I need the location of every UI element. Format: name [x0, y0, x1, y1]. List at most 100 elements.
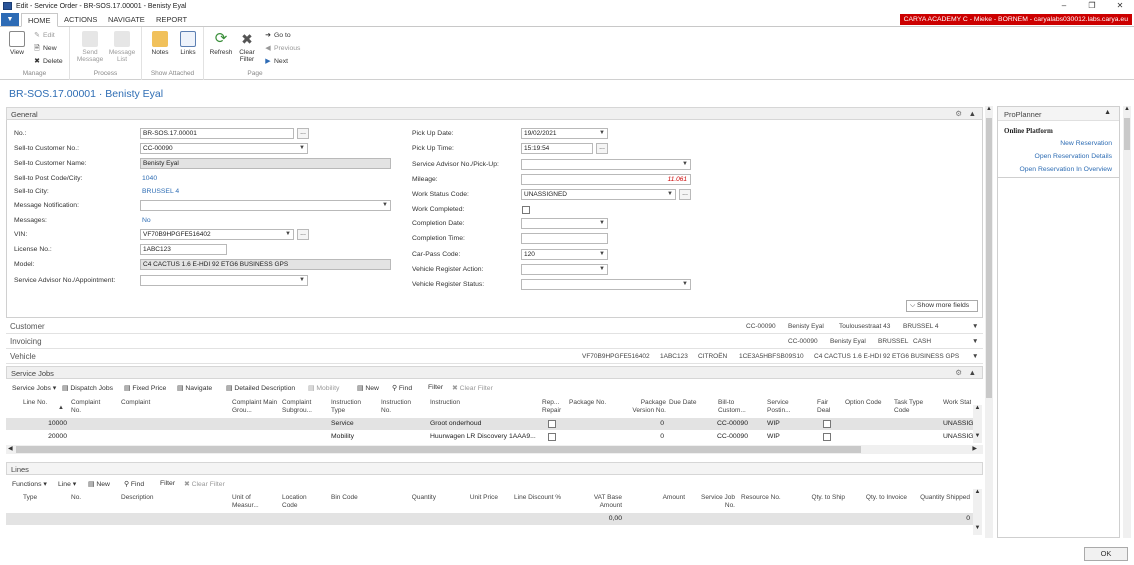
chevron-down-icon[interactable]: ▼ — [382, 201, 388, 210]
scrollbar-thumb[interactable] — [986, 118, 992, 398]
find-button[interactable]: ⚲ Find — [124, 480, 144, 488]
service-advisor-pickup-field[interactable]: ▼ — [521, 159, 691, 170]
pickup-time-lookup-button[interactable]: ... — [596, 143, 608, 154]
carpass-field[interactable]: 120 ▼ — [521, 249, 608, 260]
fair-deal-checkbox[interactable] — [823, 433, 831, 441]
factbox-vscrollbar[interactable]: ▲ — [1123, 106, 1131, 538]
customize-icon[interactable]: ⚙ — [955, 109, 962, 118]
repair-checkbox[interactable] — [548, 420, 556, 428]
mileage-field[interactable]: 11.061 — [521, 174, 691, 185]
close-icon[interactable]: ✕ — [1106, 0, 1134, 12]
collapse-icon[interactable]: ▲ — [1104, 109, 1111, 116]
find-button[interactable]: ⚲ Find — [392, 384, 412, 392]
refresh-button[interactable]: ⟳ Refresh — [207, 31, 235, 57]
message-list-button[interactable]: Message List — [108, 31, 136, 63]
city-link[interactable]: BRUSSEL 4 — [142, 188, 179, 195]
factbox-header[interactable]: ProPlanner ▲ — [998, 107, 1119, 121]
chevron-down-icon[interactable]: ▼ — [973, 433, 982, 439]
vehicle-register-status-field[interactable]: ▼ — [521, 279, 691, 290]
filter-button[interactable]: Filter — [428, 384, 443, 391]
chevron-left-icon[interactable]: ◀ — [8, 445, 13, 452]
notes-button[interactable]: Notes — [148, 31, 172, 56]
service-jobs-hscrollbar[interactable]: ◀ ▶ — [6, 445, 983, 454]
filter-button[interactable]: Filter — [160, 480, 175, 487]
pickup-date-field[interactable]: 19/02/2021 ▼ — [521, 128, 608, 139]
previous-button[interactable]: ◀ Previous — [264, 44, 300, 52]
open-reservation-overview-link[interactable]: Open Reservation In Overview — [1019, 166, 1112, 173]
chevron-down-icon[interactable]: ▼ — [599, 250, 605, 259]
chevron-down-icon[interactable]: ▼ — [667, 190, 673, 199]
clear-filter-button[interactable]: ✖ Clear Filter — [184, 480, 225, 488]
chevron-up-icon[interactable]: ▲ — [973, 489, 982, 495]
no-lookup-button[interactable]: ... — [297, 128, 309, 139]
vin-field[interactable]: VF70B9HPGFE516402 ▼ — [140, 229, 294, 240]
message-notification-field[interactable]: ▼ — [140, 200, 391, 211]
ok-button[interactable]: OK — [1084, 547, 1128, 561]
chevron-down-icon[interactable]: ▼ — [682, 280, 688, 289]
edit-button[interactable]: ✎ Edit — [33, 31, 55, 39]
functions-menu[interactable]: Functions ▾ — [12, 480, 47, 488]
service-jobs-vscrollbar[interactable]: ▲ ▼ — [973, 405, 982, 443]
work-status-lookup-button[interactable]: ... — [679, 189, 691, 200]
pickup-time-field[interactable]: 15:19:54 — [521, 143, 593, 154]
tab-report[interactable]: REPORT — [150, 13, 193, 27]
collapse-icon[interactable]: ▲ — [969, 109, 976, 118]
view-button[interactable]: View — [6, 31, 28, 56]
chevron-down-icon[interactable]: ▼ — [299, 276, 305, 285]
delete-button[interactable]: ✖ Delete — [33, 57, 63, 65]
new-button[interactable]: 🗎 New — [33, 44, 56, 55]
open-reservation-details-link[interactable]: Open Reservation Details — [1035, 153, 1112, 160]
line-menu[interactable]: Line ▾ — [58, 480, 76, 488]
tab-navigate[interactable]: NAVIGATE — [102, 13, 151, 27]
tab-home[interactable]: HOME — [21, 13, 58, 27]
post-code-link[interactable]: 1040 — [142, 175, 157, 182]
goto-button[interactable]: ➜ Go to — [264, 31, 291, 39]
service-advisor-appointment-field[interactable]: ▼ — [140, 275, 308, 286]
completion-date-field[interactable]: ▼ — [521, 218, 608, 229]
clear-filter-button[interactable]: ✖ Clear Filter — [452, 384, 493, 392]
scrollbar-thumb[interactable] — [16, 446, 861, 453]
chevron-up-icon[interactable]: ▲ — [1123, 106, 1131, 112]
service-jobs-menu[interactable]: Service Jobs ▾ — [12, 384, 56, 392]
links-button[interactable]: Links — [176, 31, 200, 56]
file-menu-button[interactable]: ▼ — [1, 13, 19, 26]
page-vscrollbar[interactable]: ▲ — [985, 106, 993, 538]
minimize-icon[interactable]: – — [1050, 0, 1078, 12]
service-jobs-header[interactable]: Service Jobs ⚙ ▲ — [6, 366, 983, 379]
customize-icon[interactable]: ⚙ — [955, 368, 962, 377]
chevron-up-icon[interactable]: ▲ — [985, 106, 993, 112]
general-header[interactable]: General ⚙ ▲ — [6, 107, 983, 120]
send-message-button[interactable]: Send Message — [76, 31, 104, 63]
work-completed-checkbox[interactable] — [522, 206, 530, 214]
scrollbar-thumb[interactable] — [1124, 118, 1130, 150]
detailed-description-button[interactable]: ▤ Detailed Description — [226, 384, 295, 392]
new-reservation-link[interactable]: New Reservation — [1060, 140, 1112, 147]
show-more-fields-button[interactable]: ⌵ Show more fields — [906, 300, 978, 312]
chevron-up-icon[interactable]: ▲ — [973, 405, 982, 411]
vin-lookup-button[interactable]: ... — [297, 229, 309, 240]
chevron-down-icon[interactable]: ▼ — [973, 525, 982, 531]
no-field[interactable]: BR-SOS.17.00001 — [140, 128, 294, 139]
messages-link[interactable]: No — [142, 217, 151, 224]
tab-actions[interactable]: ACTIONS — [58, 13, 103, 27]
fasttab-customer[interactable]: Customer CC-00090 Benisty Eyal Toulouses… — [6, 320, 983, 334]
fasttab-invoicing[interactable]: Invoicing CC-00090 Benisty Eyal BRUSSEL … — [6, 335, 983, 349]
work-status-field[interactable]: UNASSIGNED ▼ — [521, 189, 676, 200]
customer-no-field[interactable]: CC-00090 ▼ — [140, 143, 308, 154]
lines-vscrollbar[interactable]: ▲ ▼ — [973, 489, 982, 535]
repair-checkbox[interactable] — [548, 433, 556, 441]
new-job-button[interactable]: ▤ New — [357, 384, 379, 392]
lines-header[interactable]: Lines — [6, 462, 983, 475]
chevron-down-icon[interactable]: ▼ — [299, 144, 305, 153]
maximize-icon[interactable]: ❐ — [1078, 0, 1106, 12]
completion-time-field[interactable] — [521, 233, 608, 244]
collapse-icon[interactable]: ▲ — [969, 368, 976, 377]
new-line-button[interactable]: ▤ New — [88, 480, 110, 488]
fixed-price-button[interactable]: ▤ Fixed Price — [124, 384, 166, 392]
chevron-down-icon[interactable]: ▼ — [682, 160, 688, 169]
chevron-down-icon[interactable]: ▼ — [599, 219, 605, 228]
chevron-down-icon[interactable]: ▼ — [599, 265, 605, 274]
dispatch-jobs-button[interactable]: ▤ Dispatch Jobs — [62, 384, 113, 392]
vehicle-register-action-field[interactable]: ▼ — [521, 264, 608, 275]
chevron-down-icon[interactable]: ▼ — [285, 230, 291, 239]
